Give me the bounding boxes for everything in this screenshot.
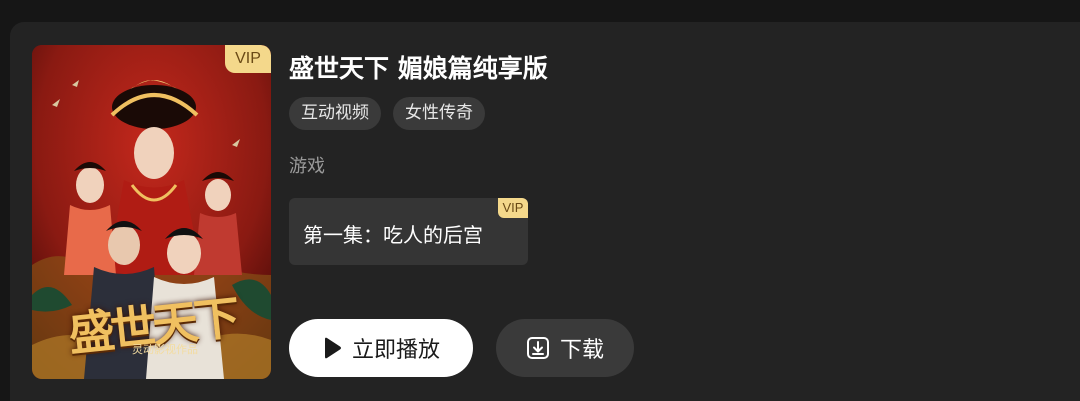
show-card: 盛世天下 灵动影视作品 VIP 盛世天下 媚娘篇纯享版 互动视频 女性传奇 游戏… [10, 22, 1080, 401]
show-poster[interactable]: 盛世天下 灵动影视作品 VIP [32, 45, 271, 379]
download-button[interactable]: 下载 [496, 319, 634, 377]
download-icon [526, 336, 550, 360]
show-title: 盛世天下 媚娘篇纯享版 [289, 54, 548, 83]
play-now-label: 立即播放 [351, 338, 440, 363]
poster-vip-badge: VIP [225, 45, 271, 73]
episode-vip-badge: VIP [498, 198, 528, 218]
episode-card[interactable]: 第一集：吃人的后宫 VIP [289, 198, 528, 265]
tag-interactive-video[interactable]: 互动视频 [289, 97, 381, 130]
play-icon [322, 337, 342, 359]
tag-list: 互动视频 女性传奇 [289, 97, 485, 130]
play-now-button[interactable]: 立即播放 [289, 319, 473, 377]
download-label: 下载 [559, 338, 604, 363]
tag-female-legend[interactable]: 女性传奇 [393, 97, 485, 130]
poster-studio-art: 灵动影视作品 [132, 343, 198, 356]
category-label: 游戏 [289, 156, 325, 177]
episode-title: 第一集：吃人的后宫 [303, 223, 483, 247]
